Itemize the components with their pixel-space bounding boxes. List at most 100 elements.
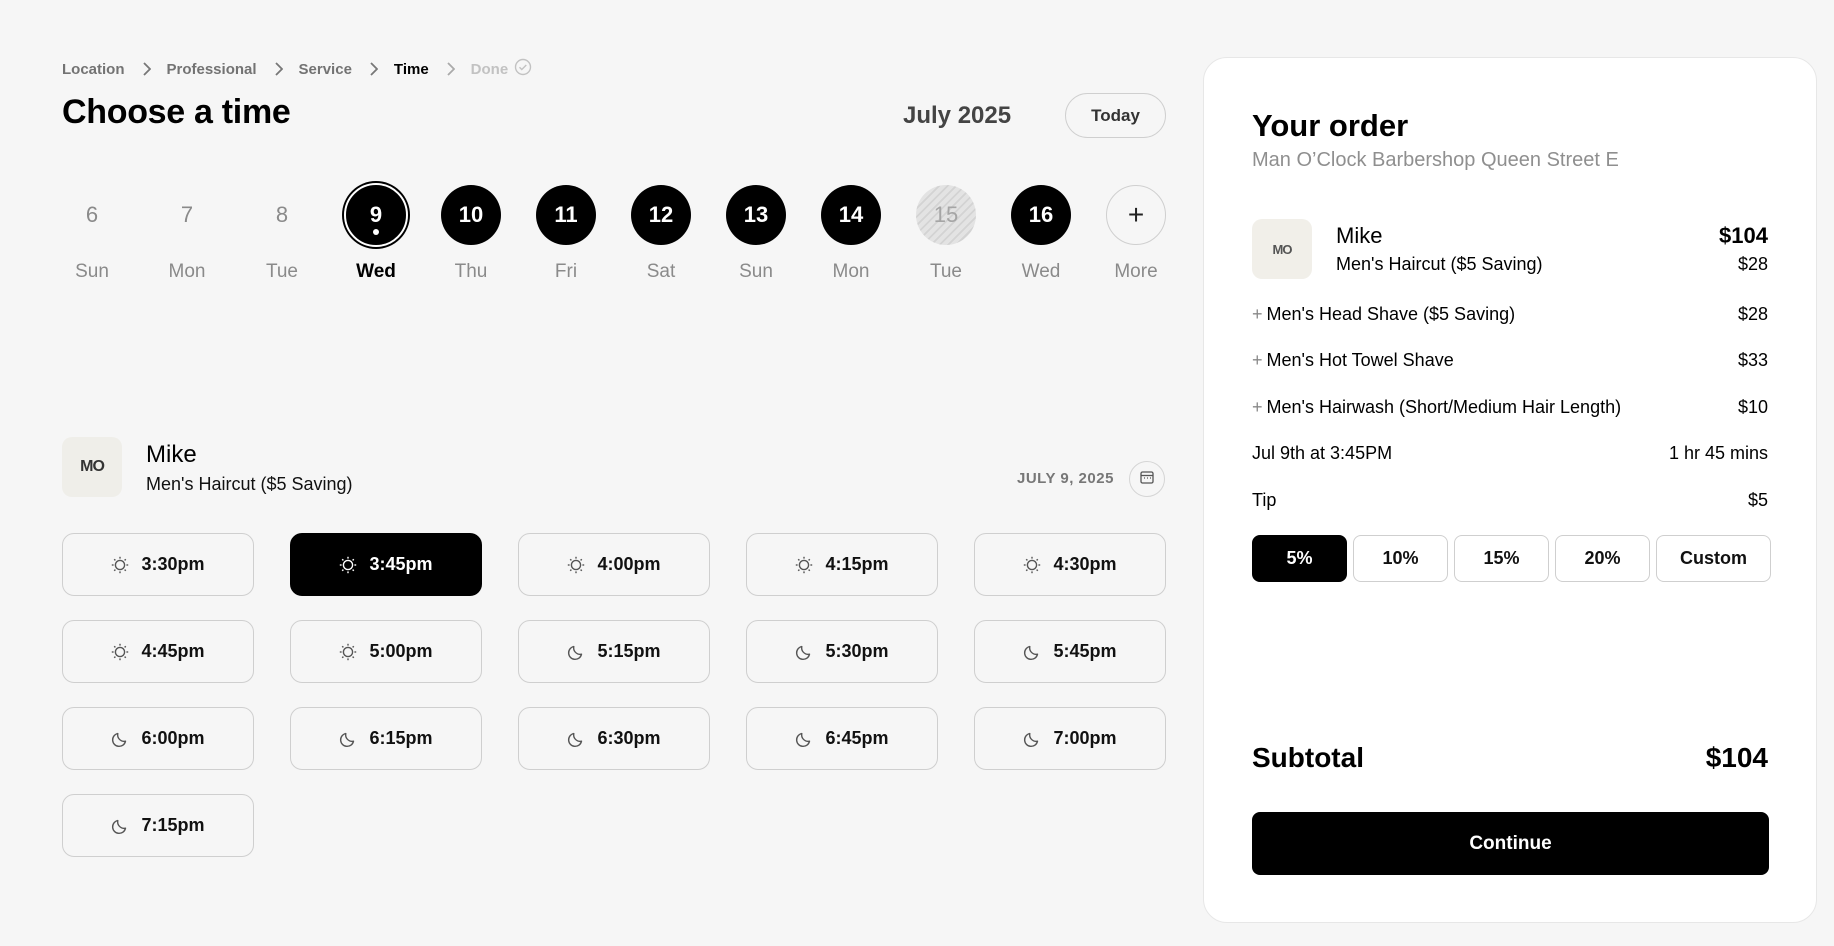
day-number: 13 [726, 185, 786, 245]
day-name: Tue [265, 261, 299, 282]
addon-line: + Men's Head Shave ($5 Saving) $28 [1252, 304, 1768, 325]
chevron-right-icon [274, 62, 283, 76]
time-slot[interactable]: 4:45pm [62, 620, 254, 683]
check-circle-icon [514, 58, 532, 80]
page-title: Choose a time [62, 93, 291, 131]
sun-icon [339, 556, 357, 574]
moon-icon [1023, 643, 1041, 661]
time-slot[interactable]: 7:15pm [62, 794, 254, 857]
subtotal-value: $104 [1705, 742, 1768, 773]
time-slot[interactable]: 6:30pm [518, 707, 710, 770]
addon-label: Men's Head Shave ($5 Saving) [1266, 304, 1516, 324]
time-slot[interactable]: 4:30pm [974, 533, 1166, 596]
order-main-service-price: $28 [1737, 254, 1768, 274]
addon-label: Men's Hot Towel Shave [1266, 350, 1454, 370]
day-8: 8 Tue [252, 185, 312, 295]
tip-option-button[interactable]: 5% [1252, 535, 1347, 582]
day-number: 14 [821, 185, 881, 245]
today-dot [373, 229, 379, 235]
moon-icon [567, 730, 585, 748]
time-slot[interactable]: 7:00pm [974, 707, 1166, 770]
day-name: Tue [929, 261, 963, 282]
plus-icon: + [1252, 350, 1263, 370]
tip-option-button[interactable]: 15% [1454, 535, 1549, 582]
time-slot[interactable]: 6:15pm [290, 707, 482, 770]
breadcrumb-location[interactable]: Location [62, 61, 125, 78]
day-6: 6 Sun [62, 185, 122, 295]
day-12[interactable]: 12 Sat [631, 185, 691, 295]
day-name: Mon [168, 261, 206, 282]
more-days-button[interactable]: + More [1106, 185, 1166, 295]
tip-line: Tip $5 [1252, 490, 1768, 511]
time-slot[interactable]: 5:00pm [290, 620, 482, 683]
calendar-icon [1139, 469, 1155, 490]
appointment-time: Jul 9th at 3:45PM [1252, 443, 1393, 463]
time-slot[interactable]: 5:45pm [974, 620, 1166, 683]
breadcrumb-professional[interactable]: Professional [167, 61, 257, 78]
time-slot[interactable]: 4:00pm [518, 533, 710, 596]
sun-icon [339, 643, 357, 661]
continue-button[interactable]: Continue [1252, 812, 1769, 875]
day-16[interactable]: 16 Wed [1011, 185, 1071, 295]
breadcrumb-time[interactable]: Time [394, 61, 429, 78]
time-slot[interactable]: 3:30pm [62, 533, 254, 596]
breadcrumb-done-label: Done [470, 60, 509, 78]
day-13[interactable]: 13 Sun [726, 185, 786, 295]
addon-label-wrap: + Men's Head Shave ($5 Saving) [1252, 304, 1515, 325]
time-slot-label: 4:15pm [825, 554, 889, 574]
professional-service: Men's Haircut ($5 Saving) [146, 474, 353, 494]
time-slot[interactable]: 4:15pm [746, 533, 938, 596]
time-slot-label: 6:30pm [597, 728, 661, 748]
professional-name: Mike [146, 441, 197, 468]
time-slot-label: 5:45pm [1053, 641, 1117, 661]
appointment-time-line: Jul 9th at 3:45PM 1 hr 45 mins [1252, 443, 1768, 464]
breadcrumb-service[interactable]: Service [299, 61, 352, 78]
day-number-text: 9 [369, 202, 383, 227]
addon-label: Men's Hairwash (Short/Medium Hair Length… [1266, 397, 1622, 417]
tip-option-button[interactable]: 20% [1555, 535, 1650, 582]
plus-icon: + [1106, 185, 1166, 245]
tip-options: 5% 10% 15% 20% Custom [1252, 535, 1771, 582]
time-slot-label: 3:30pm [141, 554, 205, 574]
day-name: Sun [739, 261, 773, 282]
time-slot-label: 6:15pm [369, 728, 433, 748]
order-professional-total: $104 [1719, 223, 1768, 248]
appointment-duration: 1 hr 45 mins [1668, 443, 1768, 463]
time-slot-grid: 3:30pm 3:45pm 4:00pm 4:15pm 4:30pm 4:45pm 5:00… [62, 533, 1166, 857]
moon-icon [1023, 730, 1041, 748]
day-15: 15 Tue [916, 185, 976, 295]
day-10[interactable]: 10 Thu [441, 185, 501, 295]
time-slot[interactable]: 6:45pm [746, 707, 938, 770]
today-button[interactable]: Today [1065, 93, 1166, 138]
day-number: 6 [85, 202, 99, 227]
tip-option-button[interactable]: 10% [1353, 535, 1448, 582]
tip-option-button[interactable]: Custom [1656, 535, 1771, 582]
chevron-right-icon [142, 62, 151, 76]
moon-icon [567, 643, 585, 661]
moon-icon [795, 730, 813, 748]
sun-icon [111, 556, 129, 574]
day-14[interactable]: 14 Mon [821, 185, 881, 295]
day-9[interactable]: 9 Wed [344, 183, 408, 295]
month-label: July 2025 [903, 102, 1012, 129]
time-slot[interactable]: 5:30pm [746, 620, 938, 683]
day-name: Mon [832, 261, 870, 282]
addon-label-wrap: + Men's Hot Towel Shave [1252, 350, 1454, 371]
day-11[interactable]: 11 Fri [536, 185, 596, 295]
day-name: Wed [356, 261, 396, 282]
day-number: 8 [275, 202, 289, 227]
time-slot-label: 5:15pm [597, 641, 661, 661]
addon-label-wrap: + Men's Hairwash (Short/Medium Hair Lengt… [1252, 397, 1621, 418]
day-number: 11 [536, 185, 596, 245]
addon-price: $10 [1737, 397, 1768, 417]
calendar-button[interactable] [1129, 461, 1165, 497]
time-slot[interactable]: 5:15pm [518, 620, 710, 683]
time-slot[interactable]: 6:00pm [62, 707, 254, 770]
moon-icon [795, 643, 813, 661]
time-slot-label: 3:45pm [369, 554, 433, 574]
plus-icon: + [1252, 397, 1263, 417]
selected-date-label: JULY 9, 2025 [1017, 470, 1114, 487]
moon-icon [339, 730, 357, 748]
day-number: 10 [441, 185, 501, 245]
time-slot[interactable]: 3:45pm [290, 533, 482, 596]
